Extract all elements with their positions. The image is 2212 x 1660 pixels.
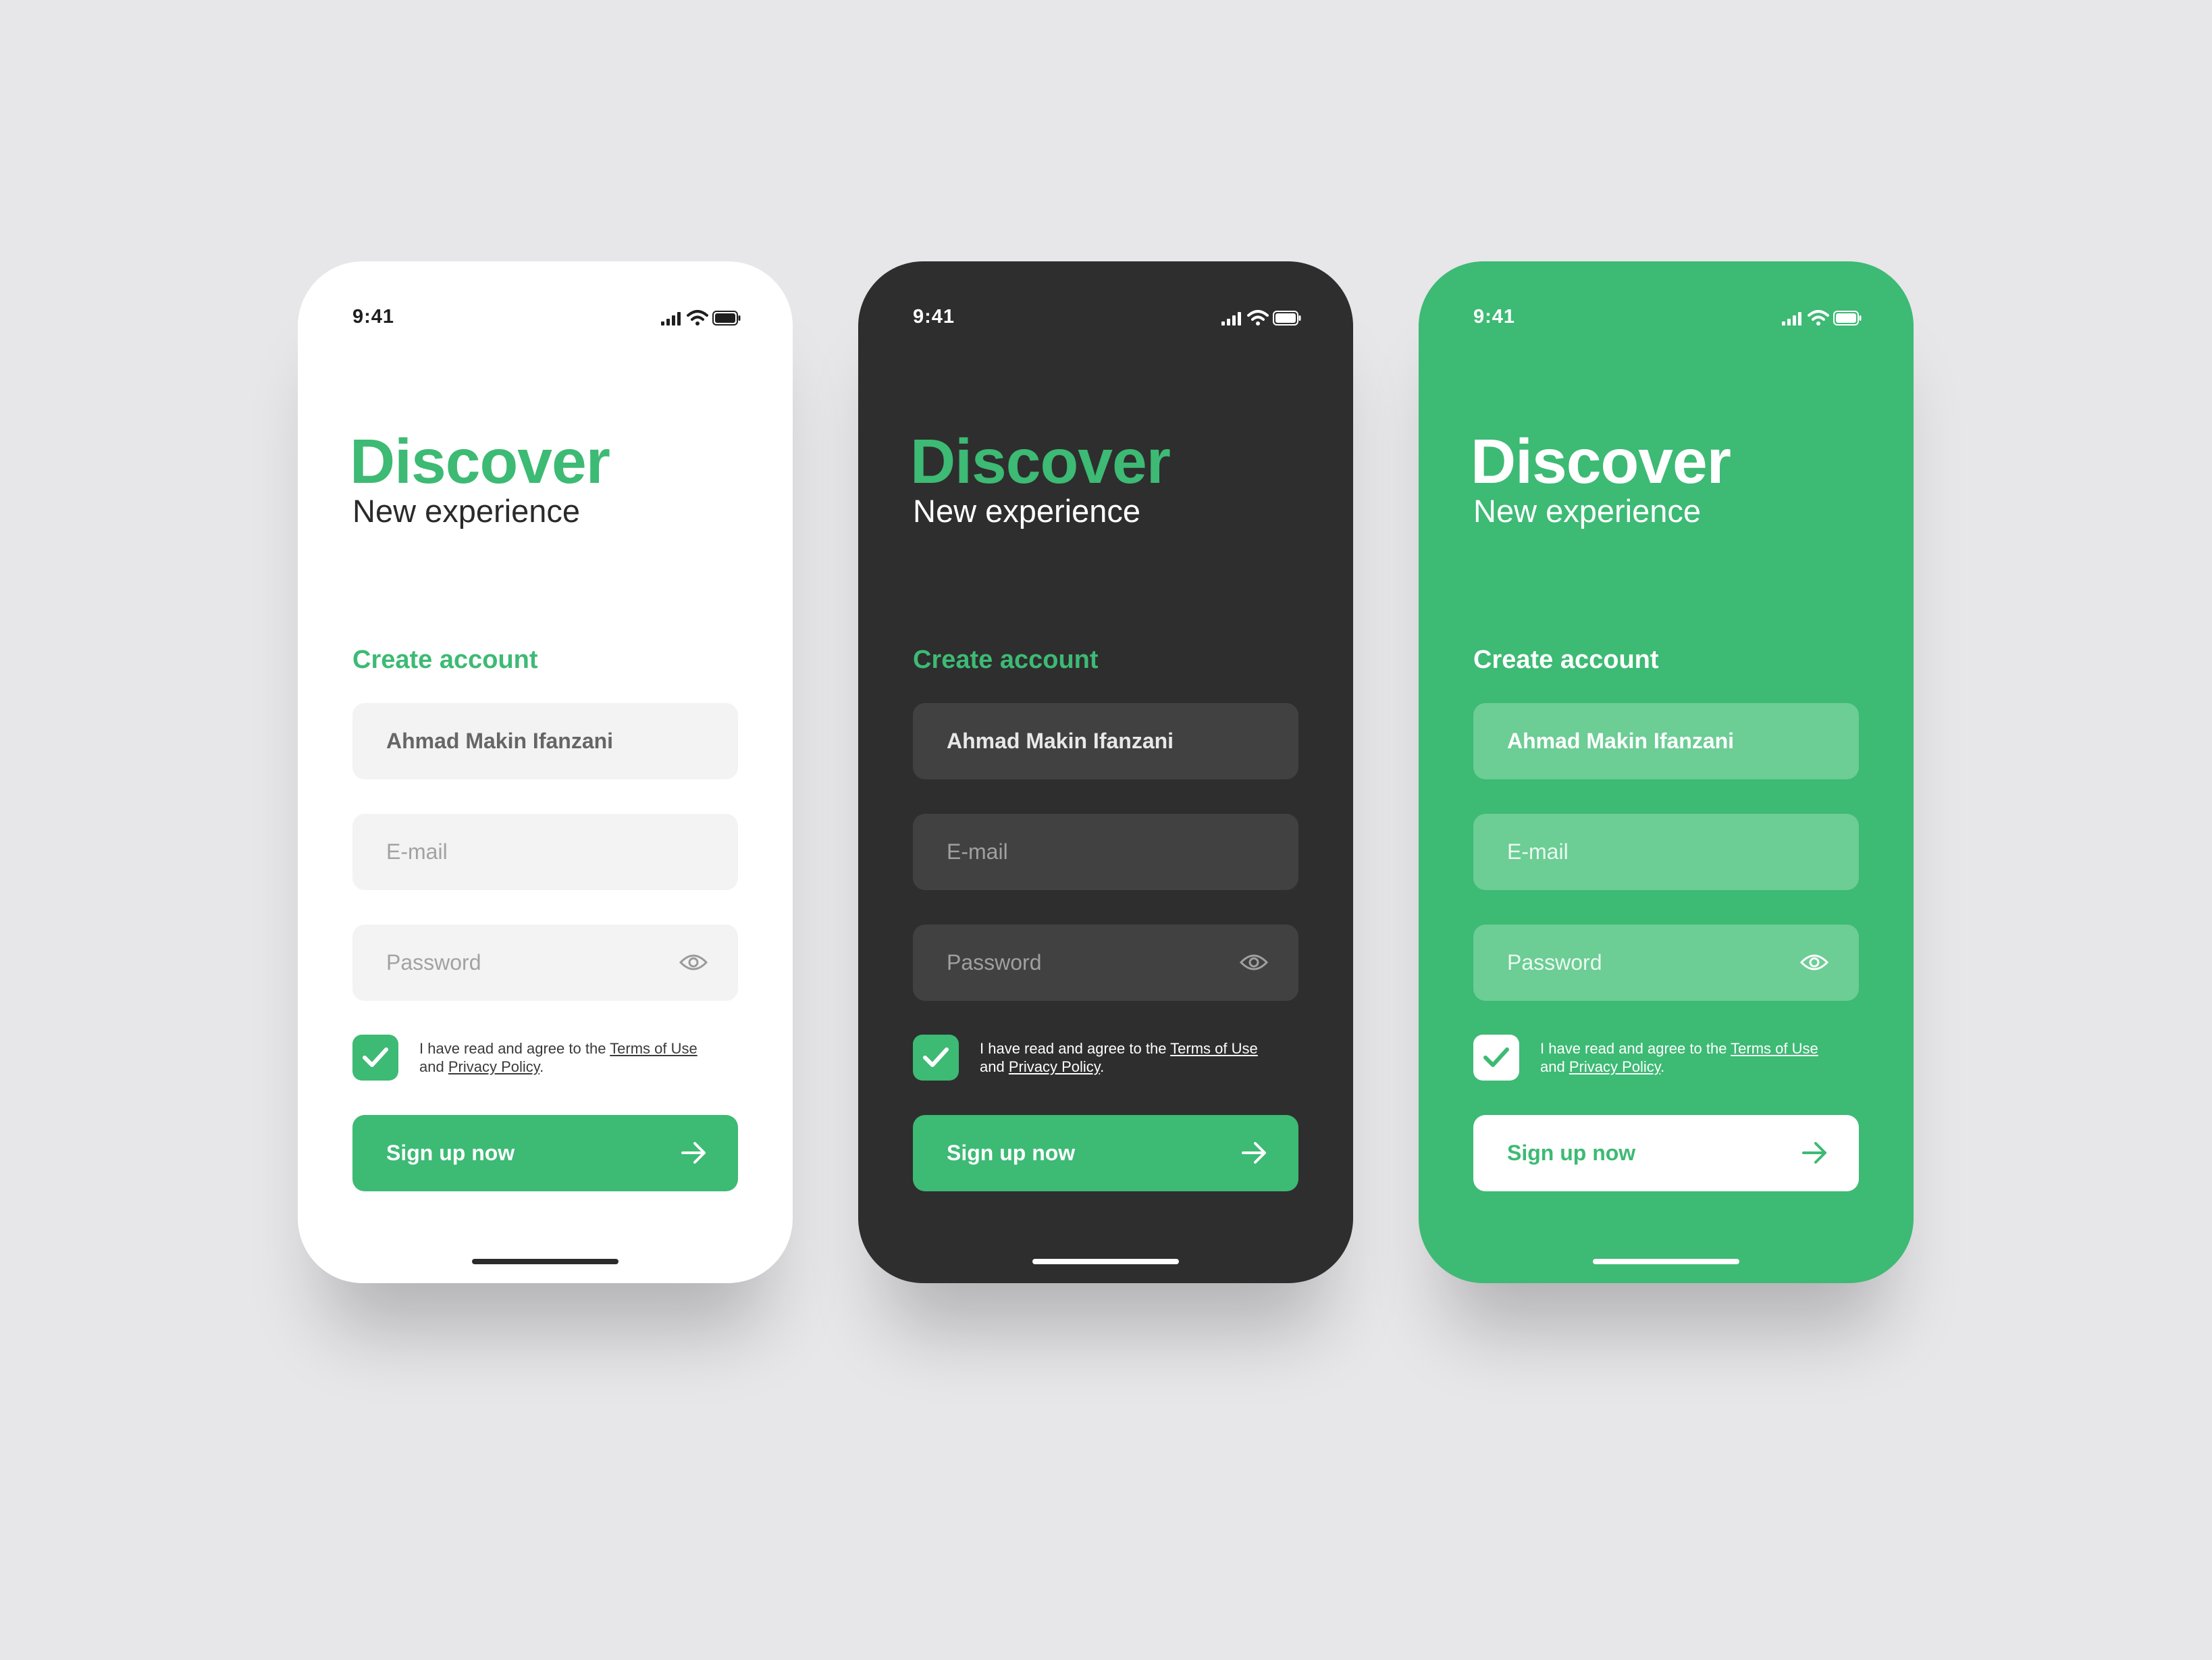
- arrow-right-icon: [1242, 1142, 1266, 1164]
- status-time: 9:41: [352, 306, 395, 328]
- terms-period: .: [539, 1058, 544, 1075]
- arrow-right-icon: [1802, 1142, 1826, 1164]
- terms-text: I have read and agree to the Terms of Us…: [1540, 1039, 1858, 1076]
- status-time: 9:41: [913, 306, 955, 328]
- home-indicator[interactable]: [472, 1259, 618, 1264]
- arrow-right-icon: [681, 1142, 706, 1164]
- home-indicator[interactable]: [1032, 1259, 1179, 1264]
- heading: Discover: [1471, 426, 1731, 496]
- terms-prefix: I have read and agree to the: [419, 1040, 606, 1057]
- sign-up-button[interactable]: Sign up now: [352, 1115, 738, 1191]
- terms-checkbox[interactable]: [1473, 1035, 1519, 1081]
- home-indicator[interactable]: [1593, 1259, 1739, 1264]
- phone-screen-green: 9:41 Discover New experience Create acco…: [1419, 261, 1914, 1283]
- status-time: 9:41: [1473, 306, 1516, 328]
- subheading: New experience: [352, 493, 581, 529]
- terms-period: .: [1100, 1058, 1105, 1075]
- status-icons: [1782, 309, 1862, 327]
- battery-icon: [1833, 311, 1862, 326]
- sign-up-button[interactable]: Sign up now: [1473, 1115, 1859, 1191]
- terms-checkbox[interactable]: [352, 1035, 398, 1081]
- password-placeholder: Password: [947, 950, 1042, 975]
- eye-icon[interactable]: [1240, 952, 1268, 973]
- checkmark-icon: [363, 1047, 388, 1067]
- eye-icon[interactable]: [1800, 952, 1828, 973]
- name-input[interactable]: Ahmad Makin Ifanzani: [1473, 703, 1859, 779]
- terms-of-use-link[interactable]: Terms of Use: [1170, 1040, 1258, 1057]
- terms-of-use-link[interactable]: Terms of Use: [1731, 1040, 1818, 1057]
- status-icons: [661, 309, 741, 327]
- heading: Discover: [910, 426, 1171, 496]
- signal-icon: [661, 312, 681, 326]
- password-placeholder: Password: [386, 950, 481, 975]
- name-input[interactable]: Ahmad Makin Ifanzani: [913, 703, 1298, 779]
- email-input[interactable]: E-mail: [352, 814, 738, 890]
- privacy-policy-link[interactable]: Privacy Policy: [1009, 1058, 1100, 1075]
- section-title: Create account: [913, 646, 1099, 674]
- terms-and: and: [980, 1058, 1005, 1075]
- subheading: New experience: [1473, 493, 1702, 529]
- battery-icon: [712, 311, 741, 326]
- privacy-policy-link[interactable]: Privacy Policy: [1569, 1058, 1660, 1075]
- password-input[interactable]: Password: [913, 925, 1298, 1001]
- wifi-icon: [1247, 310, 1269, 326]
- sign-up-button[interactable]: Sign up now: [913, 1115, 1298, 1191]
- sign-up-label: Sign up now: [1507, 1141, 1636, 1165]
- password-placeholder: Password: [1507, 950, 1602, 975]
- password-input[interactable]: Password: [1473, 925, 1859, 1001]
- checkmark-icon: [1483, 1047, 1509, 1067]
- phone-screen-light: 9:41 Discover New experience Create acco…: [298, 261, 793, 1283]
- name-input[interactable]: Ahmad Makin Ifanzani: [352, 703, 738, 779]
- checkmark-icon: [923, 1047, 949, 1067]
- battery-icon: [1273, 311, 1301, 326]
- terms-and: and: [419, 1058, 444, 1075]
- heading: Discover: [350, 426, 610, 496]
- terms-text: I have read and agree to the Terms of Us…: [419, 1039, 737, 1076]
- sign-up-label: Sign up now: [947, 1141, 1076, 1165]
- terms-text: I have read and agree to the Terms of Us…: [980, 1039, 1297, 1076]
- terms-of-use-link[interactable]: Terms of Use: [610, 1040, 697, 1057]
- privacy-policy-link[interactable]: Privacy Policy: [448, 1058, 539, 1075]
- status-icons: [1221, 309, 1301, 327]
- section-title: Create account: [352, 646, 538, 674]
- terms-period: .: [1660, 1058, 1665, 1075]
- terms-prefix: I have read and agree to the: [1540, 1040, 1727, 1057]
- email-input[interactable]: E-mail: [913, 814, 1298, 890]
- wifi-icon: [1808, 310, 1829, 326]
- section-title: Create account: [1473, 646, 1659, 674]
- phone-screen-dark: 9:41 Discover New experience Create acco…: [858, 261, 1353, 1283]
- signal-icon: [1782, 312, 1801, 326]
- terms-and: and: [1540, 1058, 1565, 1075]
- subheading: New experience: [913, 493, 1141, 529]
- signal-icon: [1221, 312, 1241, 326]
- email-input[interactable]: E-mail: [1473, 814, 1859, 890]
- password-input[interactable]: Password: [352, 925, 738, 1001]
- eye-icon[interactable]: [679, 952, 708, 973]
- terms-checkbox[interactable]: [913, 1035, 959, 1081]
- wifi-icon: [687, 310, 708, 326]
- sign-up-label: Sign up now: [386, 1141, 515, 1165]
- terms-prefix: I have read and agree to the: [980, 1040, 1167, 1057]
